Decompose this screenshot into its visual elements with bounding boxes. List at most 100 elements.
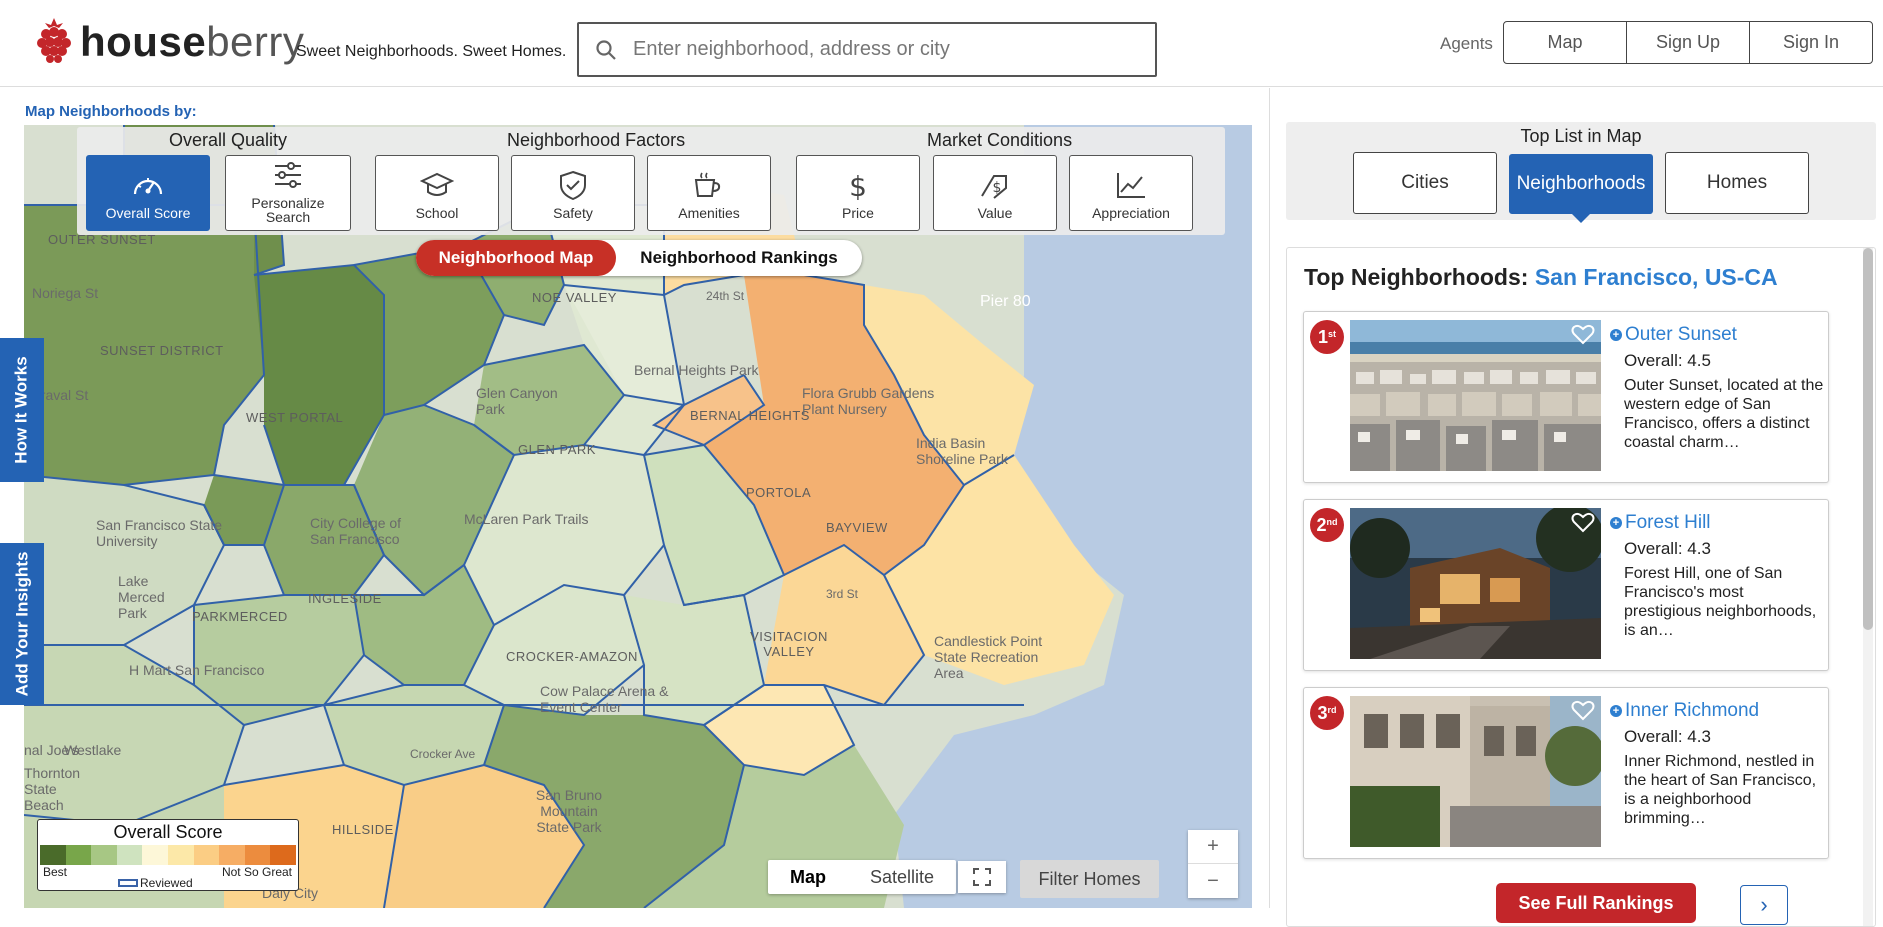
map-by-label: Map Neighborhoods by:: [25, 103, 197, 120]
legend-title: Overall Score: [113, 822, 223, 842]
svg-text:$: $: [849, 170, 867, 200]
neighborhood-photo[interactable]: [1350, 696, 1601, 847]
legend-swatch: [65, 845, 92, 865]
scrollbar-thumb[interactable]: [1863, 248, 1873, 630]
price-button[interactable]: $ Price: [796, 155, 920, 231]
coffee-cup-icon: [694, 172, 721, 197]
appreciation-button[interactable]: Appreciation: [1069, 155, 1193, 231]
add-insights-label: Add Your Insights: [12, 551, 32, 697]
panel-divider: [1269, 88, 1270, 908]
map-filter-toolbar: Overall Quality Neighborhood Factors Mar…: [77, 127, 1225, 235]
neighborhood-map-toggle[interactable]: Neighborhood Map: [416, 240, 616, 276]
sign-up-button[interactable]: Sign Up: [1626, 21, 1750, 64]
map-label-portola: PORTOLA: [746, 485, 812, 500]
personalize-search-label: Personalize Search: [251, 195, 325, 225]
neighborhoods-tab[interactable]: Neighborhoods: [1509, 154, 1653, 214]
heart-icon[interactable]: [1571, 511, 1595, 533]
tagline: Sweet Neighborhoods. Sweet Homes.: [296, 43, 567, 60]
legend-swatch: [193, 845, 220, 865]
map-label-bernal-heights: BERNAL HEIGHTS: [690, 408, 810, 423]
legend-best-label: Best: [43, 865, 68, 879]
map-label-joes: nal Joe's: [24, 742, 79, 758]
legend-swatch: [91, 845, 117, 865]
price-label: Price: [842, 205, 874, 221]
amenities-label: Amenities: [678, 205, 740, 221]
safety-label: Safety: [553, 205, 593, 221]
logo[interactable]: houseberry: [34, 16, 304, 64]
legend-swatch: [116, 845, 143, 865]
ranking-card[interactable]: 3rd + Inner Richmond Overall: 4.3 Inner R…: [1303, 687, 1829, 859]
rankings-city-link[interactable]: San Francisco, US-CA: [1535, 264, 1778, 290]
active-tab-caret: [1572, 214, 1590, 223]
legend-swatch: [219, 845, 245, 865]
zoom-in-button[interactable]: +: [1188, 830, 1238, 864]
nav-buttons: Map Sign Up Sign In: [1503, 21, 1873, 64]
fullscreen-button[interactable]: [958, 861, 1006, 893]
see-full-rankings-button[interactable]: See Full Rankings: [1496, 883, 1696, 923]
rank-number: 2: [1316, 514, 1327, 535]
search-box[interactable]: [577, 22, 1157, 77]
cities-tab[interactable]: Cities: [1353, 152, 1497, 214]
group-title-market-conditions: Market Conditions: [927, 130, 1073, 150]
map-button[interactable]: Map: [1503, 21, 1627, 64]
amenities-button[interactable]: Amenities: [647, 155, 771, 231]
shield-check-icon: [560, 170, 586, 200]
neighborhood-photo[interactable]: [1350, 320, 1601, 471]
overall-score-button[interactable]: Overall Score: [86, 155, 210, 231]
neighborhood-name-link[interactable]: + Inner Richmond: [1610, 700, 1759, 722]
next-page-button[interactable]: ›: [1740, 885, 1788, 925]
neighborhood-map[interactable]: OUTER SUNSET Noriega St SUNSET DISTRICT …: [24, 125, 1252, 908]
header: houseberry Sweet Neighborhoods. Sweet Ho…: [0, 0, 1883, 87]
logo-text-house: house: [80, 18, 207, 65]
map-label-candlestick: Candlestick Point State Recreation Area: [934, 633, 1043, 681]
filter-homes-button[interactable]: Filter Homes: [1020, 860, 1159, 898]
reviewed-border-icon: [118, 879, 138, 887]
homes-tab[interactable]: Homes: [1665, 152, 1809, 214]
map-label-india-basin: India Basin Shoreline Park: [916, 435, 1008, 467]
value-tag-icon: $: [981, 175, 1007, 199]
agents-link[interactable]: Agents: [1440, 34, 1493, 54]
map-label-city-college: City College of San Francisco: [310, 515, 402, 547]
how-it-works-tab[interactable]: How It Works: [0, 338, 44, 482]
value-button[interactable]: $ Value: [933, 155, 1057, 231]
heart-icon[interactable]: [1571, 323, 1595, 345]
map-label-sfsu: San Francisco State University: [96, 517, 223, 549]
map-type-satellite-button[interactable]: Satellite: [848, 860, 956, 894]
personalize-search-button[interactable]: Personalize Search: [225, 155, 351, 231]
heart-icon[interactable]: [1571, 699, 1595, 721]
add-insights-tab[interactable]: Add Your Insights: [0, 543, 44, 705]
map-type-map-button[interactable]: Map: [768, 860, 848, 894]
ranking-card[interactable]: 2nd + Forest Hill Overall: 4.3 Forest Hil…: [1303, 499, 1829, 671]
map-label-bayview: BAYVIEW: [826, 520, 888, 535]
legend-swatch: [40, 845, 66, 865]
ranking-card[interactable]: 1st + Outer Sunset Overall: 4.5 Outer Sun…: [1303, 311, 1829, 483]
map-label-west-portal: WEST PORTAL: [246, 410, 344, 425]
map-label-glen-canyon: Glen Canyon Park: [476, 385, 558, 417]
rank-badge: 2nd: [1310, 508, 1344, 542]
map-label-visitacion: VISITACION VALLEY: [750, 629, 828, 659]
sign-in-button[interactable]: Sign In: [1749, 21, 1873, 64]
neighborhood-name-link[interactable]: + Outer Sunset: [1610, 324, 1737, 346]
rank-badge: 1st: [1310, 320, 1344, 354]
school-button[interactable]: School: [375, 155, 499, 231]
group-title-overall-quality: Overall Quality: [169, 130, 288, 150]
safety-button[interactable]: Safety: [511, 155, 635, 231]
legend-color-scale: [40, 845, 296, 865]
legend-swatch: [167, 845, 194, 865]
rank-number: 3: [1317, 702, 1328, 723]
map-type-control: Map Satellite: [768, 860, 957, 894]
zoom-out-button[interactable]: −: [1188, 864, 1238, 898]
rankings-title: Top Neighborhoods: San Francisco, US-CA: [1304, 264, 1778, 291]
neighborhood-name-link[interactable]: + Forest Hill: [1610, 512, 1711, 534]
rank-suffix: nd: [1326, 517, 1338, 527]
rank-suffix: rd: [1327, 705, 1337, 715]
fullscreen-icon: [973, 868, 991, 886]
map-label-crocker-amazon: CROCKER-AMAZON: [506, 649, 638, 664]
neighborhood-description: Forest Hill, one of San Francisco's most…: [1624, 565, 1817, 639]
neighborhood-photo[interactable]: [1350, 508, 1601, 659]
plus-icon: +: [1610, 705, 1622, 717]
map-label-pier80: Pier 80: [980, 293, 1031, 310]
map-label-3rd-st: 3rd St: [826, 587, 859, 601]
neighborhood-rankings-toggle[interactable]: Neighborhood Rankings: [616, 240, 862, 276]
search-input[interactable]: [633, 38, 1133, 61]
